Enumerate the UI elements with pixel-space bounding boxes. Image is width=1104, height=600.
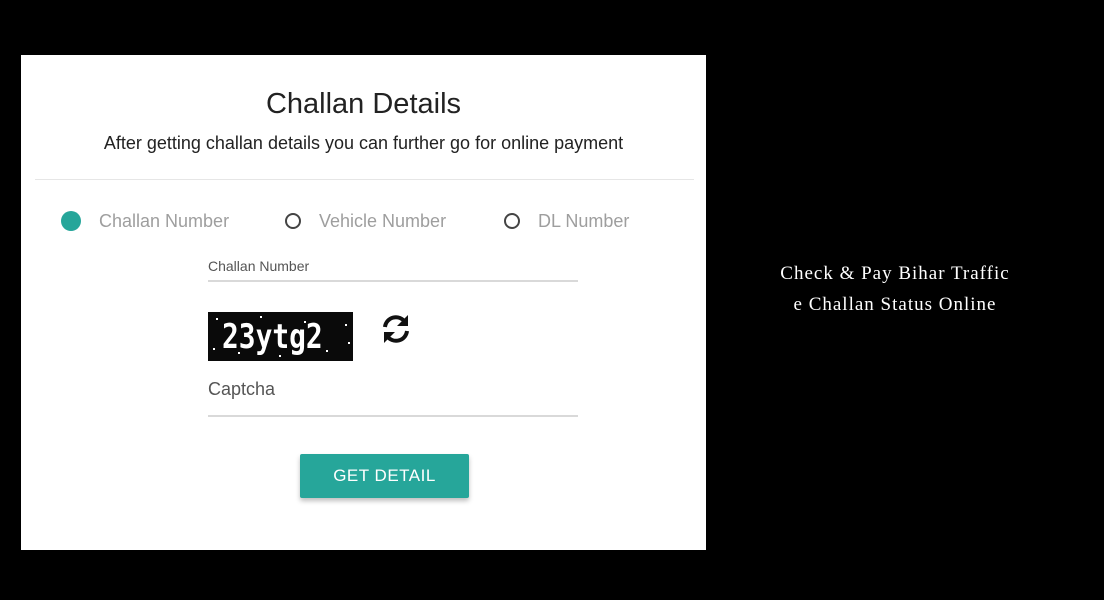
radio-unselected-icon (285, 213, 301, 229)
search-type-radio-group: Challan Number Vehicle Number DL Number (61, 207, 691, 235)
captcha-image: 23ytg2 (208, 312, 353, 361)
get-detail-button[interactable]: GET DETAIL (300, 454, 469, 498)
field-underline (208, 280, 578, 282)
radio-label: Vehicle Number (319, 210, 447, 231)
caption-line-2: e Challan Status Online (793, 294, 997, 315)
captcha-field (208, 377, 578, 419)
divider (35, 179, 694, 180)
challan-form-card: Challan Details After getting challan de… (21, 55, 706, 550)
page: Challan Details After getting challan de… (0, 0, 1104, 600)
challan-number-label: Challan Number (208, 258, 310, 274)
captcha-input[interactable] (208, 377, 578, 401)
form-subtitle: After getting challan details you can fu… (103, 133, 624, 153)
radio-label: Challan Number (99, 210, 230, 231)
radio-unselected-icon (504, 213, 520, 229)
refresh-icon[interactable] (379, 312, 413, 346)
radio-label: DL Number (538, 210, 630, 231)
radio-dl-number[interactable]: DL Number (504, 207, 629, 235)
challan-number-field[interactable]: Challan Number (208, 258, 578, 282)
radio-challan-number[interactable]: Challan Number (61, 207, 229, 235)
radio-selected-icon (61, 211, 81, 231)
radio-vehicle-number[interactable]: Vehicle Number (285, 207, 446, 235)
form-title: Challan Details (265, 88, 462, 120)
field-underline (208, 415, 578, 417)
side-caption: Check & Pay Bihar Traffic e Challan Stat… (720, 258, 1070, 320)
captcha-text: 23ytg2 (222, 317, 323, 357)
caption-line-1: Check & Pay Bihar Traffic (780, 263, 1010, 284)
